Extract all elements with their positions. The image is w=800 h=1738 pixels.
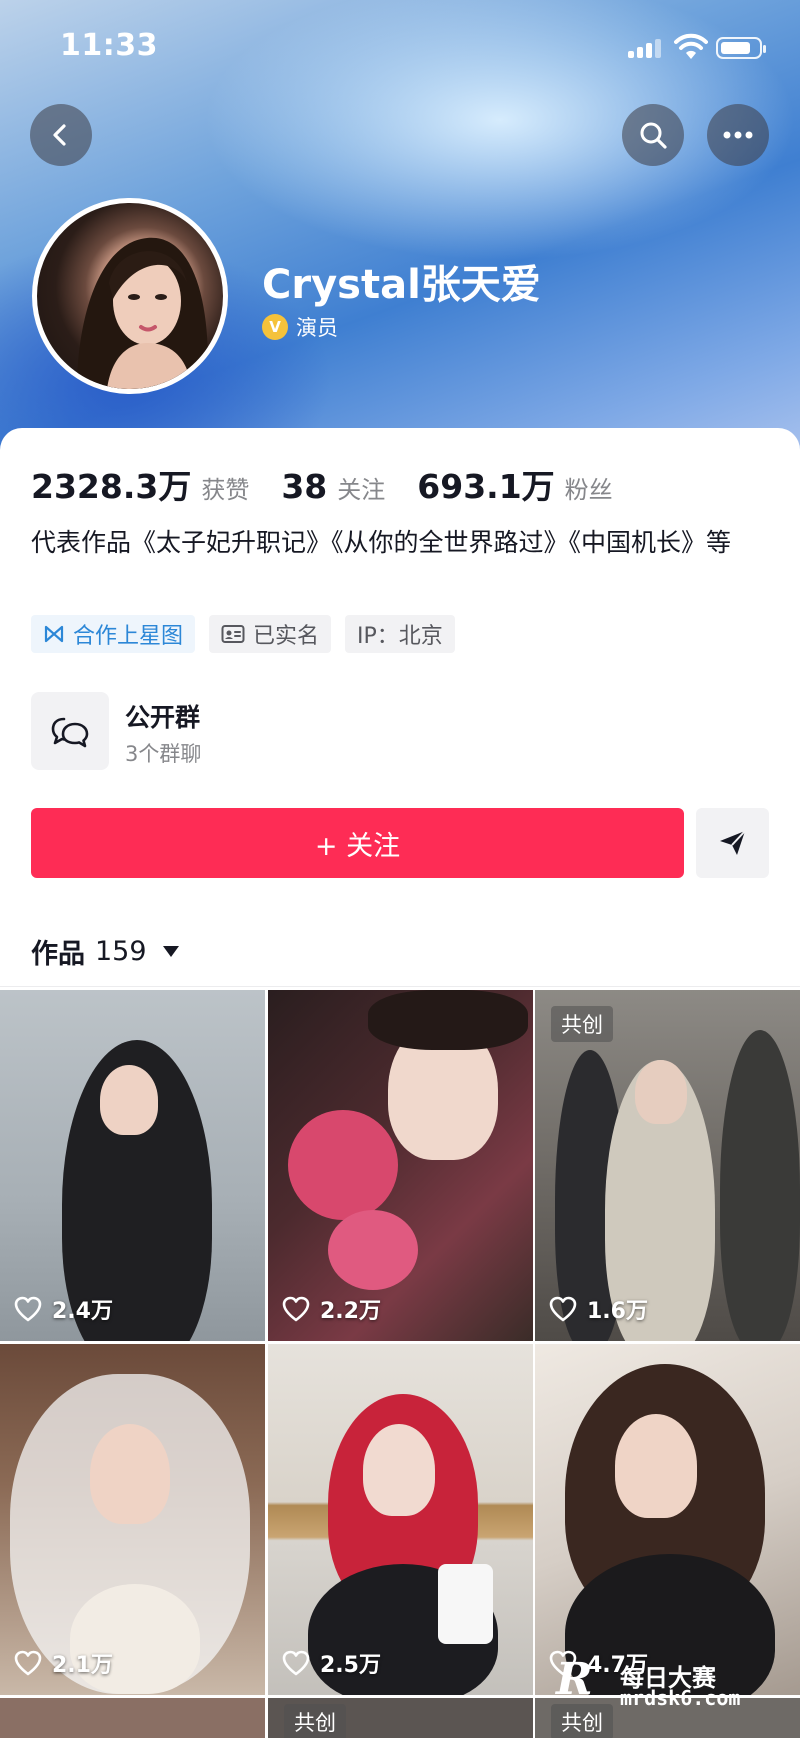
video-likes: 2.2万: [282, 1293, 381, 1325]
verified-role: V 演员: [262, 312, 338, 342]
avatar[interactable]: [32, 198, 228, 394]
ip-location-tag: IP：北京: [345, 615, 455, 653]
thumbnail-face: [615, 1414, 697, 1518]
search-icon: [640, 122, 667, 149]
collab-badge: 共创: [551, 1006, 613, 1042]
send-icon: [719, 830, 746, 855]
video-likes-count: 2.2万: [320, 1299, 381, 1324]
tab-divider: [0, 986, 800, 987]
works-tab[interactable]: 作品 159: [31, 932, 179, 971]
heart-icon: [282, 1650, 310, 1676]
heart-icon: [14, 1650, 42, 1676]
group-title: 公开群: [125, 703, 201, 732]
avatar-portrait: [77, 237, 208, 389]
xingtu-cooperation-tag[interactable]: 合作上星图: [31, 615, 196, 653]
works-count: 159: [95, 936, 147, 967]
video-thumbnail[interactable]: 共创: [268, 1698, 533, 1738]
battery-level: [721, 42, 750, 54]
more-horizontal-icon: [723, 131, 753, 139]
heart-icon: [549, 1296, 577, 1322]
video-likes: 2.4万: [14, 1293, 113, 1325]
likes-count[interactable]: 2328.3万: [31, 460, 191, 508]
works-label: 作品: [31, 939, 85, 970]
thumbnail-hair: [368, 990, 528, 1050]
thumbnail-face: [363, 1424, 435, 1516]
following-label: 关注: [337, 476, 386, 504]
profile-name: Crystal张天爱: [262, 262, 541, 308]
likes-label: 获赞: [201, 476, 250, 504]
realname-tag-label: 已实名: [253, 624, 320, 649]
xingtu-tag-label: 合作上星图: [73, 624, 184, 649]
video-likes-count: 2.5万: [320, 1653, 381, 1678]
video-thumbnail[interactable]: [0, 1698, 265, 1738]
group-subtitle: 3个群聊: [125, 742, 202, 766]
video-thumbnail[interactable]: 2.1万: [0, 1344, 265, 1695]
video-likes: 1.6万: [549, 1293, 648, 1325]
video-likes: 2.1万: [14, 1647, 113, 1679]
profile-stats: 2328.3万 获赞 38 关注 693.1万 粉丝: [31, 460, 645, 508]
group-chat-icon: [51, 717, 89, 748]
video-thumbnail[interactable]: 4.7万: [535, 1344, 800, 1695]
status-bar: 11:33: [0, 0, 800, 96]
video-likes: 2.5万: [282, 1647, 381, 1679]
profile-tags: 合作上星图 已实名 IP：北京: [31, 615, 455, 653]
video-likes-count: 2.4万: [52, 1299, 113, 1324]
chevron-left-icon: [53, 124, 66, 146]
verified-realname-tag: 已实名: [209, 615, 332, 653]
public-group-entry[interactable]: 公开群 3个群聊: [31, 692, 771, 772]
watermark-logo: R: [556, 1654, 593, 1705]
follow-button-label: + 关注: [314, 830, 401, 862]
share-button[interactable]: [696, 808, 769, 878]
thumbnail-flowers: [328, 1210, 418, 1290]
id-card-icon: [221, 625, 245, 643]
group-chat-icon-box: [31, 692, 109, 770]
role-label: 演员: [296, 316, 338, 340]
xingtu-icon: [44, 625, 64, 643]
collab-badge: 共创: [284, 1704, 346, 1738]
thumbnail-face: [100, 1065, 158, 1135]
status-time: 11:33: [60, 28, 158, 63]
follow-button[interactable]: + 关注: [31, 808, 684, 878]
thumbnail-figure: [720, 1030, 800, 1341]
verified-badge-icon: V: [262, 314, 288, 340]
video-thumbnail[interactable]: 2.2万: [268, 990, 533, 1341]
battery-icon: [716, 37, 766, 59]
video-thumbnail[interactable]: 共创 1.6万: [535, 990, 800, 1341]
cellular-signal-icon: [628, 38, 662, 58]
watermark-url: mrdsk6.com: [620, 1686, 741, 1710]
search-button[interactable]: [622, 104, 684, 166]
profile-bio: 代表作品《太子妃升职记》《从你的全世界路过》《中国机长》等: [31, 528, 732, 557]
ip-tag-label: IP：北京: [357, 624, 443, 649]
thumbnail-face: [90, 1424, 170, 1524]
heart-icon: [14, 1296, 42, 1322]
caret-down-icon: [162, 946, 179, 957]
followers-count[interactable]: 693.1万: [417, 460, 554, 508]
wifi-icon: [674, 33, 708, 59]
thumbnail-flowers: [288, 1110, 398, 1220]
video-likes-count: 2.1万: [52, 1653, 113, 1678]
heart-icon: [282, 1296, 310, 1322]
thumbnail-face: [635, 1060, 687, 1124]
video-thumbnail[interactable]: 2.5万: [268, 1344, 533, 1695]
followers-label: 粉丝: [564, 476, 613, 504]
watermark: R 每日大赛 mrdsk6.com: [548, 1654, 788, 1714]
video-thumbnail[interactable]: 2.4万: [0, 990, 265, 1341]
video-likes-count: 1.6万: [587, 1299, 648, 1324]
back-button[interactable]: [30, 104, 92, 166]
following-count[interactable]: 38: [281, 467, 327, 506]
more-button[interactable]: [707, 104, 769, 166]
thumbnail-cup: [438, 1564, 493, 1644]
